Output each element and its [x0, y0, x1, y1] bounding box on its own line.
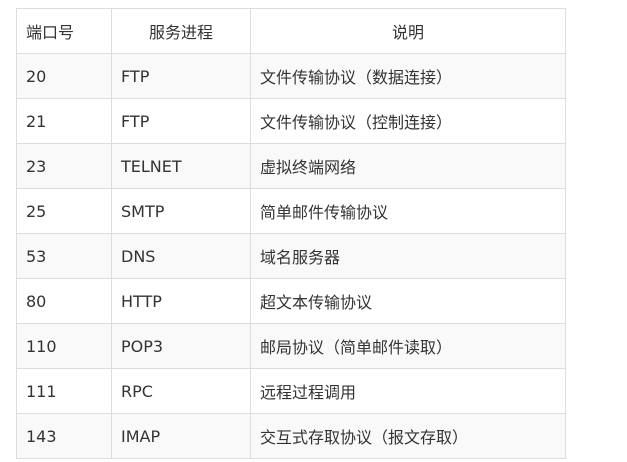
header-port: 端口号 — [16, 8, 112, 54]
description-cell: 超文本传输协议 — [250, 278, 566, 324]
table-row: 21 FTP 文件传输协议（控制连接） — [16, 98, 566, 144]
service-cell: IMAP — [111, 413, 251, 459]
service-cell: SMTP — [111, 188, 251, 234]
header-row: 端口号 服务进程 说明 — [16, 8, 566, 54]
description-cell: 文件传输协议（数据连接） — [250, 53, 566, 99]
table-row: 23 TELNET 虚拟终端网络 — [16, 143, 566, 189]
description-cell: 虚拟终端网络 — [250, 143, 566, 189]
port-cell: 111 — [16, 368, 112, 414]
table-row: 111 RPC 远程过程调用 — [16, 368, 566, 414]
port-cell: 110 — [16, 323, 112, 369]
header-service: 服务进程 — [111, 8, 251, 54]
service-cell: FTP — [111, 53, 251, 99]
description-cell: 邮局协议（简单邮件读取） — [250, 323, 566, 369]
port-cell: 53 — [16, 233, 112, 279]
table-header: 端口号 服务进程 说明 — [16, 8, 566, 54]
description-cell: 交互式存取协议（报文存取） — [250, 413, 566, 459]
service-cell: HTTP — [111, 278, 251, 324]
table-row: 143 IMAP 交互式存取协议（报文存取） — [16, 413, 566, 459]
header-description: 说明 — [250, 8, 566, 54]
description-cell: 域名服务器 — [250, 233, 566, 279]
description-cell: 文件传输协议（控制连接） — [250, 98, 566, 144]
description-cell: 远程过程调用 — [250, 368, 566, 414]
port-cell: 25 — [16, 188, 112, 234]
table-row: 20 FTP 文件传输协议（数据连接） — [16, 53, 566, 99]
port-cell: 21 — [16, 98, 112, 144]
service-cell: DNS — [111, 233, 251, 279]
table-row: 53 DNS 域名服务器 — [16, 233, 566, 279]
port-cell: 143 — [16, 413, 112, 459]
table-row: 80 HTTP 超文本传输协议 — [16, 278, 566, 324]
service-cell: FTP — [111, 98, 251, 144]
service-cell: POP3 — [111, 323, 251, 369]
service-cell: RPC — [111, 368, 251, 414]
port-cell: 23 — [16, 143, 112, 189]
service-cell: TELNET — [111, 143, 251, 189]
port-cell: 20 — [16, 53, 112, 99]
table-row: 25 SMTP 简单邮件传输协议 — [16, 188, 566, 234]
port-table: 端口号 服务进程 说明 20 FTP 文件传输协议（数据连接） 21 FTP 文… — [16, 8, 566, 459]
table-body: 20 FTP 文件传输协议（数据连接） 21 FTP 文件传输协议（控制连接） … — [16, 53, 566, 459]
description-cell: 简单邮件传输协议 — [250, 188, 566, 234]
port-cell: 80 — [16, 278, 112, 324]
table-row: 110 POP3 邮局协议（简单邮件读取） — [16, 323, 566, 369]
